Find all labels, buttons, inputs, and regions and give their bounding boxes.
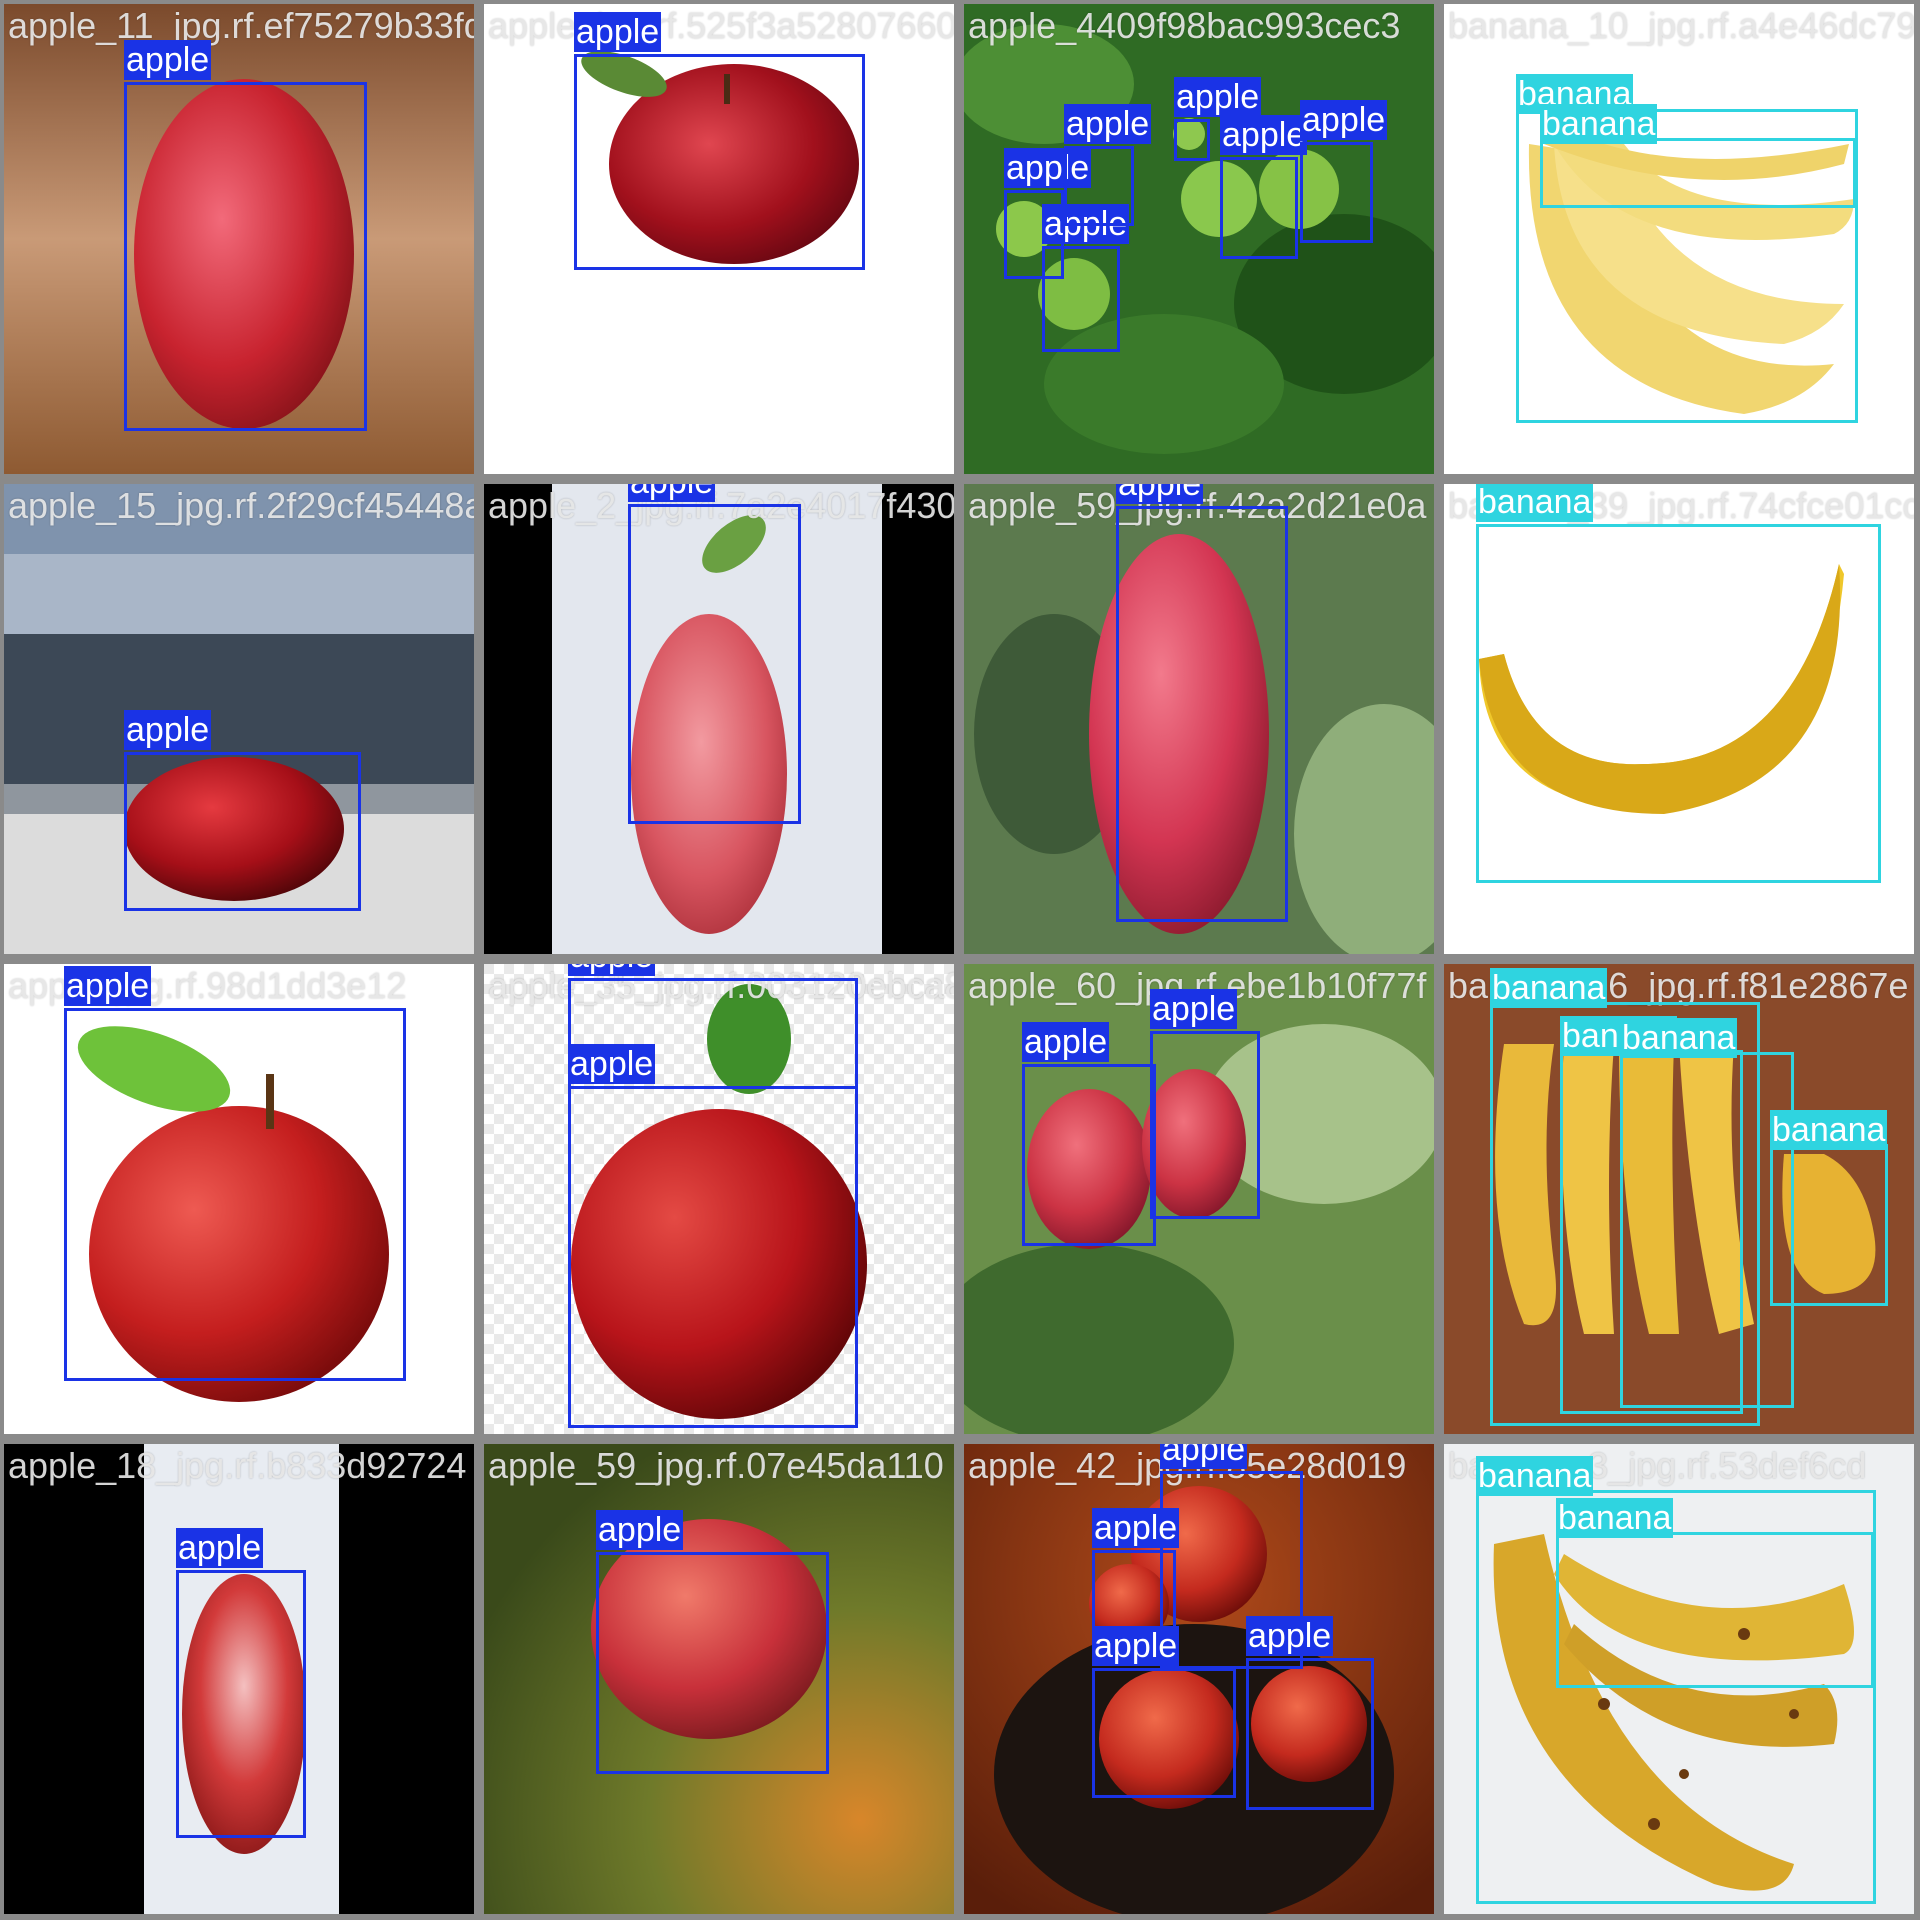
bounding-box [1246, 1658, 1374, 1810]
bounding-box [1540, 138, 1856, 208]
class-label: banana [1556, 1498, 1674, 1538]
class-label: banana [1476, 484, 1594, 522]
bounding-box [1556, 1532, 1874, 1688]
image-filename: apple_18_jpg.rf.b833d92724 [8, 1445, 467, 1486]
tile-4: banana_10_jpg.rf.a4e46dc79 banana banana [1444, 4, 1914, 474]
tile-7: apple_59_jpg.rf.42a2d21e0a apple [964, 484, 1434, 954]
tile-15: apple_42_jpg.rf.85e28d019 apple apple ap… [964, 1444, 1434, 1914]
class-label: apple [596, 1510, 684, 1550]
class-label: apple [1064, 104, 1152, 144]
class-label: apple [1220, 115, 1308, 155]
tile-13: apple_18_jpg.rf.b833d92724 apple [4, 1444, 474, 1914]
class-label: apple [1246, 1616, 1334, 1656]
bounding-box [1476, 524, 1881, 883]
bounding-box [1174, 119, 1210, 161]
bounding-box [1064, 146, 1134, 226]
class-label: apple [568, 1044, 656, 1084]
bounding-box [596, 1552, 829, 1774]
tile-11: apple_60_jpg.rf.ebe1b10f77f apple apple [964, 964, 1434, 1434]
tile-2: apple_jpg.rf.525f3a52807660 apple [484, 4, 954, 474]
class-label: apple [176, 1528, 264, 1568]
class-label: apple [568, 964, 656, 976]
class-label: apple [1160, 1444, 1248, 1469]
image-filename: apple_15_jpg.rf.2f29cf45448af2096 [8, 485, 474, 526]
class-label: apple [1300, 100, 1388, 140]
bounding-box [1022, 1064, 1156, 1246]
bounding-box [574, 54, 865, 270]
image-filename: apple_jpg.rf.525f3a52807660 [488, 5, 954, 46]
bounding-box [124, 82, 367, 431]
tile-14: apple_59_jpg.rf.07e45da110 apple [484, 1444, 954, 1914]
image-filename: apple_4409f98bac993cec3 [968, 5, 1401, 46]
bounding-box [1042, 246, 1120, 352]
tile-16: banana_3_jpg.rf.53def6cd banana banana [1444, 1444, 1914, 1914]
bounding-box [1150, 1031, 1260, 1219]
class-label: apple [574, 12, 662, 52]
bounding-box [124, 752, 361, 911]
bounding-box [628, 504, 801, 824]
image-filename: banana_10_jpg.rf.a4e46dc79 [1448, 5, 1914, 46]
bounding-box [1620, 1052, 1794, 1408]
tile-12: banana_26_jpg.rf.f81e2867e banana banana… [1444, 964, 1914, 1434]
tile-8: banana_39_jpg.rf.74cfce01cc banana [1444, 484, 1914, 954]
bounding-box [176, 1570, 306, 1838]
class-label: apple [124, 40, 212, 80]
tile-9: apple_jpg.rf.98d1dd3e12 apple [4, 964, 474, 1434]
class-label: apple [1092, 1626, 1180, 1666]
image-filename: apple_59_jpg.rf.07e45da110 [488, 1445, 944, 1486]
bounding-box [568, 1086, 858, 1428]
class-label: banana [1490, 968, 1608, 1008]
bounding-box [1220, 157, 1298, 259]
class-label: apple [124, 710, 212, 750]
class-label: apple [1174, 77, 1262, 117]
bounding-box [1770, 1144, 1888, 1306]
class-label: apple [1150, 989, 1238, 1029]
class-label: banana [1540, 104, 1658, 144]
tile-5: apple_15_jpg.rf.2f29cf45448af2096 apple [4, 484, 474, 954]
bounding-box [1092, 1668, 1236, 1798]
bounding-box [1116, 506, 1288, 922]
tile-3: apple_4409f98bac993cec3 apple apple appl… [964, 4, 1434, 474]
bounding-box [1300, 142, 1373, 243]
class-label: apple [1022, 1022, 1110, 1062]
class-label: apple [1092, 1508, 1180, 1548]
bounding-box [64, 1008, 406, 1381]
class-label: banana [1770, 1110, 1888, 1150]
tile-6: apple_2_jpg.rf.7a2e4017f4300 apple [484, 484, 954, 954]
class-label: apple [64, 966, 152, 1006]
class-label: banana [1620, 1018, 1738, 1058]
tile-1: apple_11_jpg.rf.ef75279b33fd0b3 apple [4, 4, 474, 474]
class-label: apple [1116, 484, 1204, 504]
tile-10: apple_35_jpg.rf.003120ebca8 apple apple [484, 964, 954, 1434]
image-filename: apple_11_jpg.rf.ef75279b33fd0b3 [8, 5, 474, 46]
class-label: banana [1476, 1456, 1594, 1496]
class-label: apple [628, 484, 716, 502]
